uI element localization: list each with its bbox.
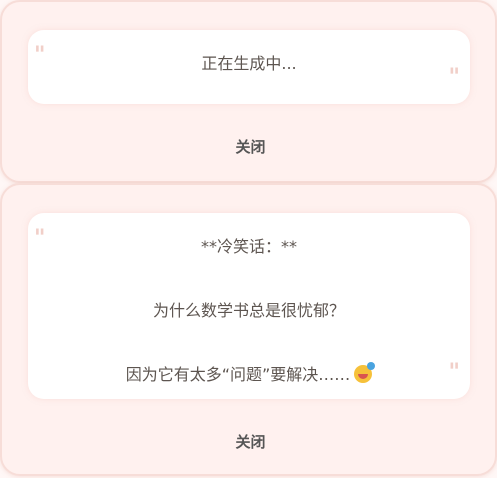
generating-status-text: 正在生成中... bbox=[201, 54, 297, 73]
close-button[interactable]: 关闭 bbox=[2, 136, 497, 157]
close-quote-icon: " bbox=[448, 359, 460, 385]
joke-title: **冷笑话：** bbox=[200, 237, 297, 256]
message-bubble: " 正在生成中... " bbox=[28, 30, 470, 104]
star-struck-emoji-icon bbox=[354, 362, 376, 383]
close-button-label: 关闭 bbox=[235, 138, 266, 156]
close-button[interactable]: 关闭 bbox=[2, 431, 497, 452]
joke-answer: 因为它有太多“问题”要解决…… bbox=[28, 361, 470, 385]
message-bubble: " **冷笑话：** 为什么数学书总是很忧郁？ 因为它有太多“问题”要解决…… … bbox=[28, 213, 470, 399]
close-button-label: 关闭 bbox=[235, 433, 266, 451]
joke-answer-text: 因为它有太多“问题”要解决…… bbox=[125, 365, 351, 384]
response-card-generating: " 正在生成中... " 关闭 bbox=[0, 0, 497, 183]
response-card-joke: " **冷笑话：** 为什么数学书总是很忧郁？ 因为它有太多“问题”要解决…… … bbox=[0, 183, 497, 476]
joke-question: 为什么数学书总是很忧郁？ bbox=[152, 301, 345, 320]
close-quote-icon: " bbox=[448, 64, 460, 90]
